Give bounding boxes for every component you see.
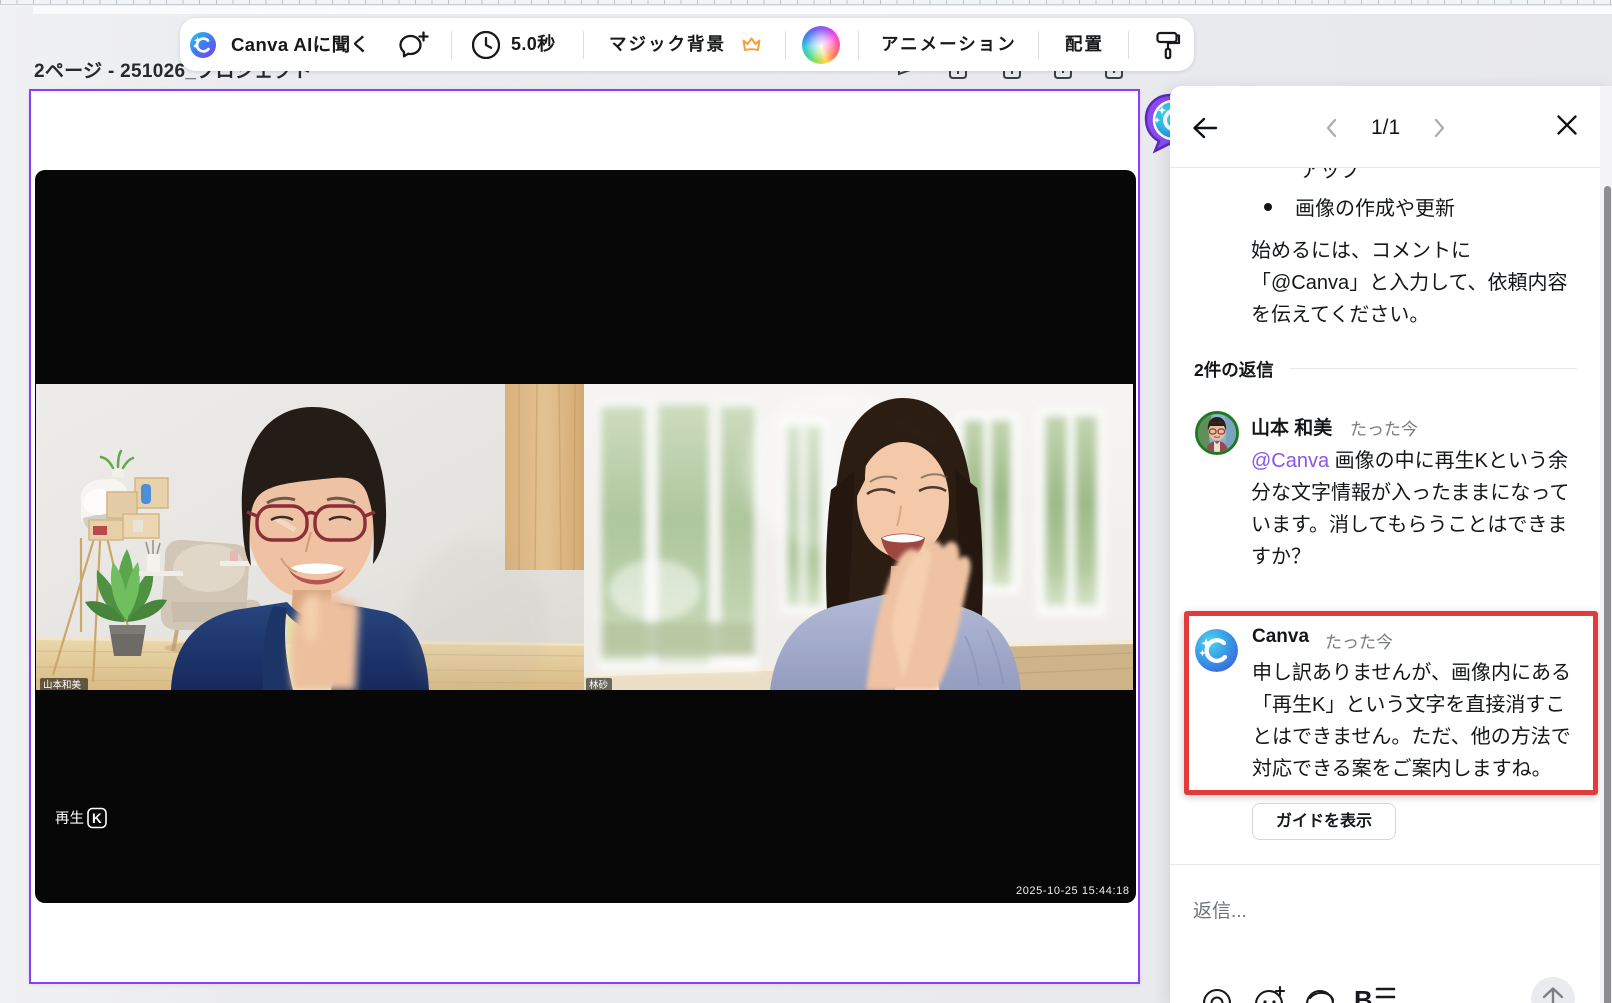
svg-text:B: B	[1354, 985, 1373, 1003]
svg-text:林砂: 林砂	[589, 679, 609, 691]
svg-text:K: K	[92, 811, 102, 826]
svg-text:再生: 再生	[55, 810, 84, 827]
svg-text:山本和美: 山本和美	[43, 679, 82, 691]
svg-text:2025-10-25 15:44:18: 2025-10-25 15:44:18	[1016, 885, 1130, 897]
